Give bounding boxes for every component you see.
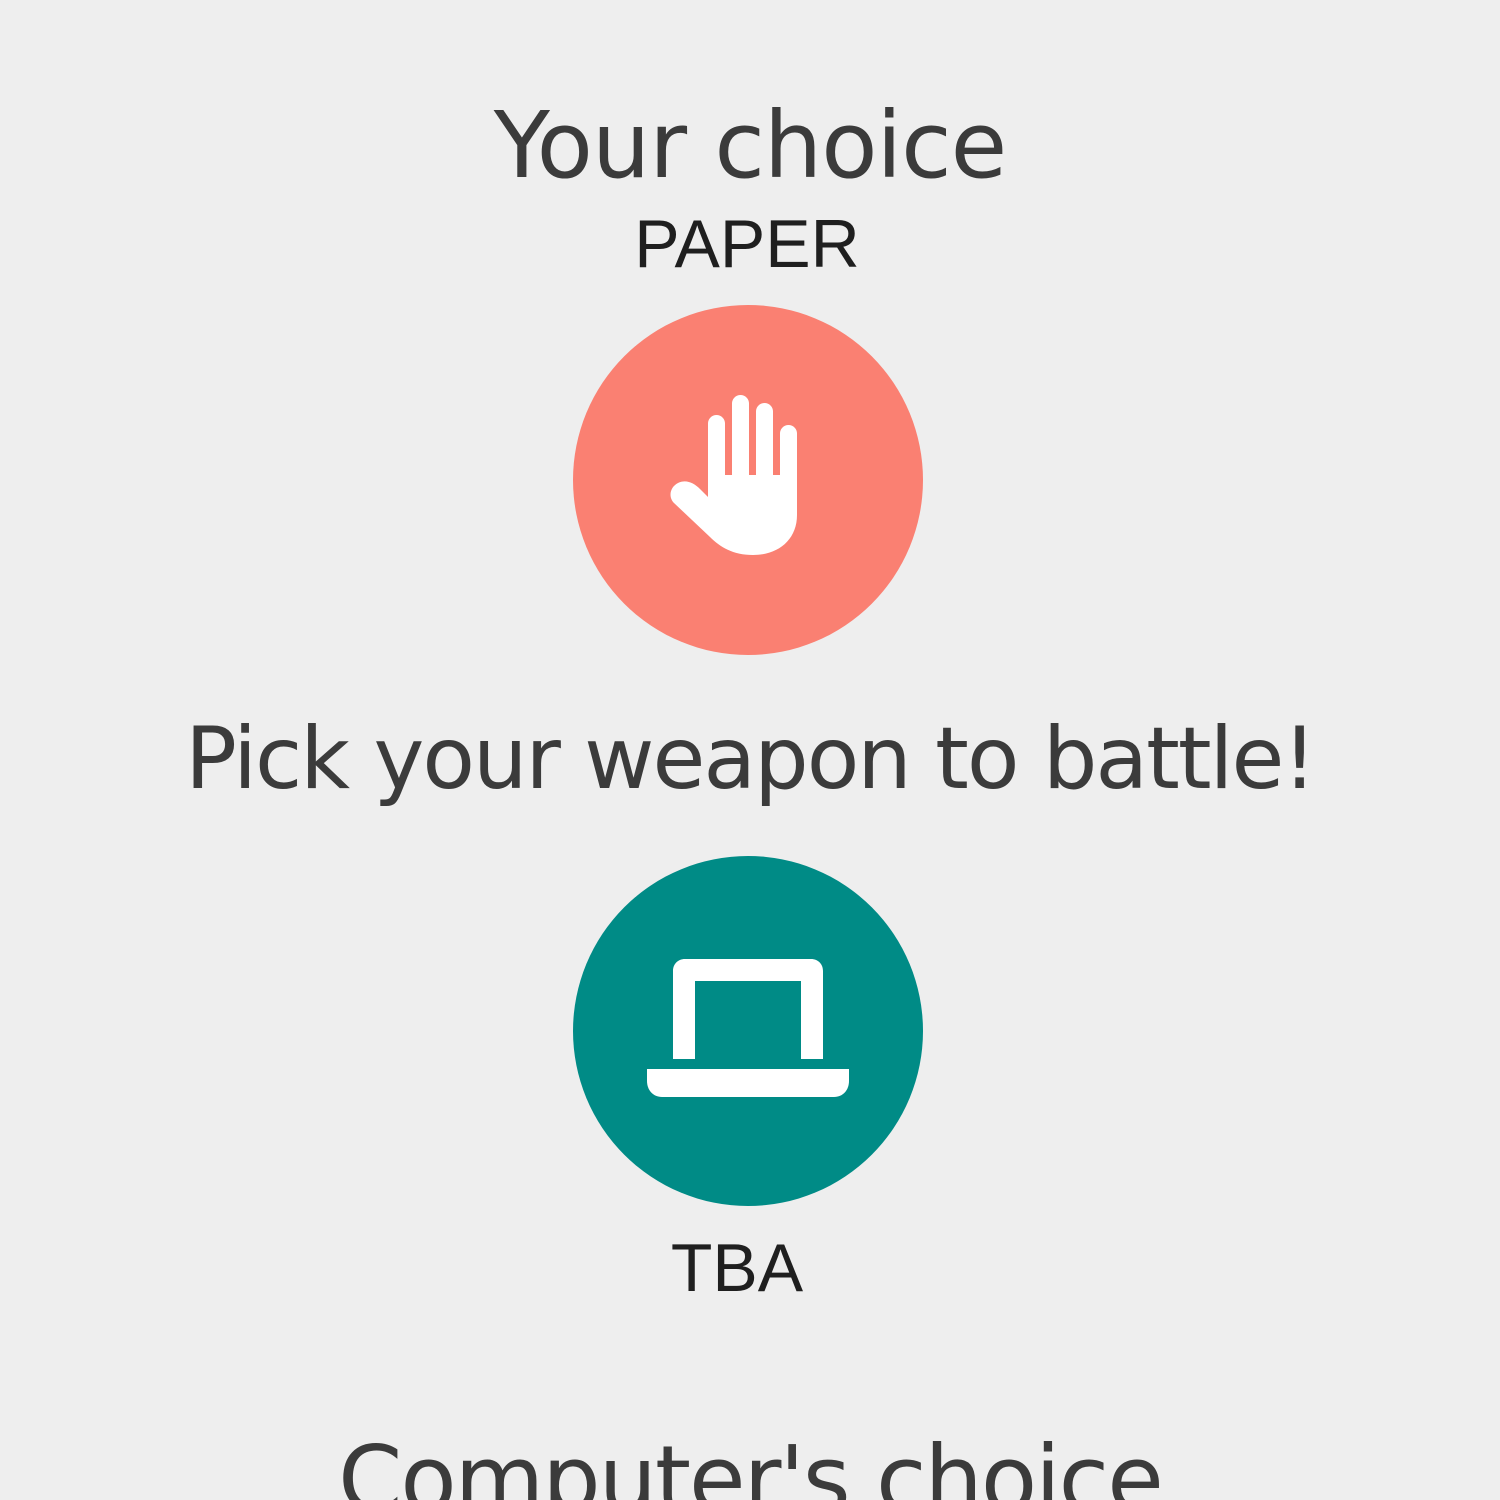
battle-prompt: Pick your weapon to battle! — [185, 709, 1317, 809]
game-screen: Your choice PAPER Pick your weapon to ba… — [0, 0, 1500, 1500]
hand-paper-icon — [668, 395, 828, 565]
computer-choice-label: TBA — [670, 1230, 804, 1306]
laptop-icon — [643, 958, 853, 1104]
your-choice-heading: Your choice — [493, 91, 1008, 199]
computer-choice-heading: Computer's choice — [338, 1425, 1164, 1500]
player-weapon-button[interactable] — [573, 305, 923, 655]
computer-weapon-display — [573, 856, 923, 1206]
player-choice-label: PAPER — [634, 206, 860, 282]
